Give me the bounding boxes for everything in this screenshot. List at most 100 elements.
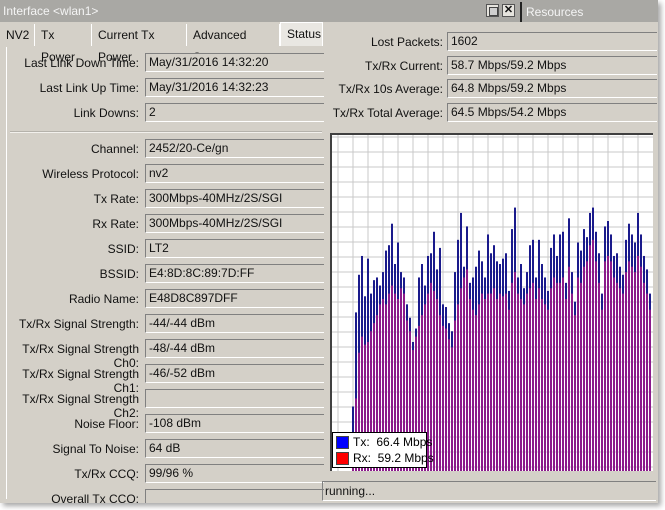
status-bar: running... — [322, 481, 656, 501]
rx-bar — [535, 298, 537, 471]
field-row-tx-rx-signal-strength-ch2: Tx/Rx Signal Strength Ch2: — [0, 389, 324, 420]
field-value-rx-rate[interactable]: 300Mbps-40MHz/2S/SGI — [145, 214, 324, 233]
tab-status[interactable]: Status — [280, 22, 323, 46]
tab-nv2[interactable]: NV2 — [0, 24, 35, 46]
rx-bar — [559, 282, 561, 471]
tab-tx-power[interactable]: Tx Power — [35, 24, 92, 64]
chart-legend: Tx: 66.4 Mbps Rx: 59.2 Mbps — [332, 432, 434, 468]
legend-rx-text: Rx: 59.2 Mbps — [353, 451, 434, 465]
field-value-tx-rx-signal-strength[interactable]: -44/-44 dBm — [145, 314, 324, 333]
field-value-tx-rx-10s-average[interactable]: 64.8 Mbps/59.2 Mbps — [447, 79, 657, 98]
rx-bar — [553, 277, 555, 471]
rx-bar — [646, 293, 648, 471]
field-row-tx-rate: Tx Rate: 300Mbps-40MHz/2S/SGI — [0, 189, 324, 209]
rx-bar — [517, 293, 519, 471]
rx-bar — [526, 293, 528, 471]
field-value-tx-rx-total-average[interactable]: 64.5 Mbps/54.2 Mbps — [447, 102, 657, 122]
field-value-channel[interactable]: 2452/20-Ce/gn — [145, 139, 324, 158]
rx-bar — [631, 266, 633, 471]
field-row-wireless-protocol: Wireless Protocol: nv2 — [0, 164, 324, 184]
tx-color-swatch — [336, 436, 349, 449]
traffic-chart-svg — [332, 135, 653, 471]
rx-bar — [580, 282, 582, 471]
field-value-overall-tx-ccq[interactable] — [145, 489, 324, 503]
field-value-ssid[interactable]: LT2 — [145, 239, 324, 258]
close-icon[interactable]: ✕ — [502, 4, 515, 17]
rx-bar — [472, 309, 474, 471]
tab-advanced-status[interactable]: Advanced Status — [187, 24, 280, 64]
tab-current-tx-power[interactable]: Current Tx Power — [92, 24, 187, 64]
status-panel-left: Last Link Down Time: May/31/2016 14:32:20… — [0, 47, 324, 503]
maximize-icon[interactable] — [486, 4, 499, 17]
field-label-overall-tx-ccq: Overall Tx CCQ: — [51, 492, 139, 503]
window-divider — [520, 2, 522, 22]
rx-bar — [484, 298, 486, 471]
field-label-bssid: BSSID: — [99, 267, 139, 281]
rx-bar — [607, 255, 609, 471]
rx-bar — [643, 282, 645, 471]
field-value-tx-rx-signal-strength-ch0[interactable]: -48/-44 dBm — [145, 339, 324, 358]
rx-bar — [523, 304, 525, 471]
traffic-chart — [330, 133, 653, 471]
rx-bar — [478, 304, 480, 471]
rx-bar — [439, 315, 441, 471]
field-label-wireless-protocol: Wireless Protocol: — [42, 167, 139, 181]
field-label-tx-rx-total-average: Tx/Rx Total Average: — [332, 105, 443, 120]
rx-bar — [628, 261, 630, 471]
field-label-link-downs: Link Downs: — [73, 106, 139, 120]
field-value-last-link-down-time[interactable]: May/31/2016 14:32:20 — [145, 53, 324, 72]
rx-bar — [625, 272, 627, 471]
rx-bar — [475, 315, 477, 471]
field-value-wireless-protocol[interactable]: nv2 — [145, 164, 324, 183]
title-bar[interactable]: Interface <wlan1> ✕ Resources — [0, 0, 658, 22]
section-divider — [10, 131, 322, 133]
field-label-tx-rx-10s-average: Tx/Rx 10s Average: — [338, 82, 444, 96]
field-row-link-downs: Link Downs: 2 — [0, 103, 324, 123]
field-value-link-downs[interactable]: 2 — [145, 103, 324, 122]
rx-bar — [460, 288, 462, 471]
rx-bar — [448, 339, 450, 471]
rx-bar — [442, 325, 444, 471]
rx-bar — [640, 266, 642, 471]
legend-tx-text: Tx: 66.4 Mbps — [353, 435, 433, 449]
field-value-tx-rate[interactable]: 300Mbps-40MHz/2S/SGI — [145, 189, 324, 208]
rx-bar — [505, 293, 507, 471]
rx-bar — [610, 261, 612, 471]
rx-bar — [541, 298, 543, 471]
status-text: running... — [325, 484, 376, 498]
field-row-ssid: SSID: LT2 — [0, 239, 324, 259]
field-value-radio-name[interactable]: E48D8C897DFF — [145, 289, 324, 308]
field-value-lost-packets[interactable]: 1602 — [447, 32, 657, 51]
rx-bar — [568, 266, 570, 471]
rx-bar — [562, 277, 564, 471]
field-value-last-link-up-time[interactable]: May/31/2016 14:32:23 — [145, 78, 324, 97]
rx-bar — [586, 261, 588, 471]
field-label-lost-packets: Lost Packets: — [370, 35, 443, 49]
rx-bar — [601, 309, 603, 471]
field-value-noise-floor[interactable]: -108 dBm — [145, 414, 324, 433]
rx-bar — [508, 309, 510, 471]
field-value-signal-to-noise[interactable]: 64 dB — [145, 439, 324, 458]
field-row-tx-rx-signal-strength-ch0: Tx/Rx Signal Strength Ch0: -48/-44 dBm — [0, 339, 324, 370]
rx-bar — [487, 293, 489, 471]
field-value-bssid[interactable]: E4:8D:8C:89:7D:FF — [145, 264, 324, 283]
window-title: Interface <wlan1> — [3, 4, 99, 18]
rx-bar — [469, 298, 471, 471]
field-row-lost-packets: Lost Packets: 1602 — [324, 32, 658, 52]
field-value-tx-rx-signal-strength-ch2[interactable] — [145, 389, 324, 408]
rx-bar — [490, 293, 492, 471]
rx-bar — [436, 298, 438, 471]
field-label-signal-to-noise: Signal To Noise: — [52, 442, 140, 456]
field-row-bssid: BSSID: E4:8D:8C:89:7D:FF — [0, 264, 324, 284]
field-label-tx-rx-current: Tx/Rx Current: — [364, 58, 443, 73]
field-label-tx-rx-signal-strength: Tx/Rx Signal Strength: — [18, 317, 139, 331]
field-label-rx-rate: Rx Rate: — [92, 217, 139, 231]
field-value-tx-rx-ccq[interactable]: 99/96 % — [145, 464, 324, 483]
field-label-tx-rate: Tx Rate: — [93, 192, 139, 206]
field-row-tx-rx-signal-strength: Tx/Rx Signal Strength: -44/-44 dBm — [0, 314, 324, 334]
field-value-tx-rx-signal-strength-ch1[interactable]: -46/-52 dBm — [145, 364, 324, 383]
field-value-tx-rx-current[interactable]: 58.7 Mbps/59.2 Mbps — [447, 55, 657, 75]
rx-bar — [499, 293, 501, 471]
rx-bar — [598, 282, 600, 471]
resources-window-title[interactable]: Resources — [526, 5, 583, 19]
